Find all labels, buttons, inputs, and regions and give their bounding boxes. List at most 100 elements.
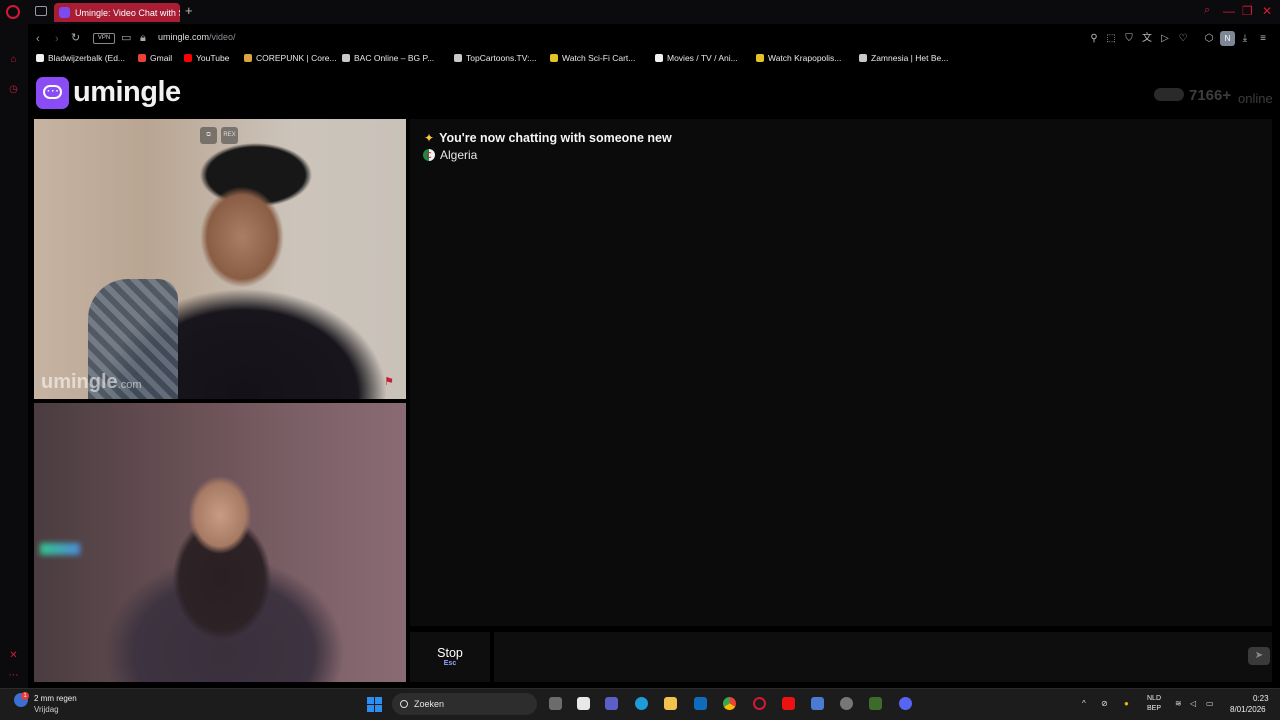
bookmark-label: Bladwijzerbalk (Ed... xyxy=(48,53,126,63)
opera-sidebar: ⌂ ◷ ✕ ⋯ xyxy=(0,24,28,688)
battery-icon[interactable]: ▭ xyxy=(1206,699,1214,709)
outlook-icon[interactable] xyxy=(694,697,707,710)
url-field[interactable]: umingle.com/video/ xyxy=(158,32,236,42)
opera-logo-icon[interactable] xyxy=(6,5,20,19)
opera-gx-icon[interactable] xyxy=(753,697,766,710)
bookmark-item[interactable]: TopCartoons.TV:... xyxy=(454,53,537,63)
bookmark-item[interactable]: Watch Sci-Fi Cart... xyxy=(550,53,635,63)
folder-icon xyxy=(36,54,44,62)
sidebar-history-icon[interactable]: ◷ xyxy=(8,84,19,95)
bookmark-item[interactable]: Bladwijzerbalk (Ed... xyxy=(36,53,125,63)
clock-date[interactable]: 8/01/2026 xyxy=(1230,705,1266,714)
online-toggle[interactable] xyxy=(1154,88,1184,101)
stop-button[interactable]: Stop Esc xyxy=(410,632,490,682)
bookmark-label: Zamnesia | Het Be... xyxy=(871,53,949,63)
algeria-flag-icon xyxy=(423,149,435,161)
remote-video-button[interactable]: REX xyxy=(221,127,238,144)
online-count: 7166+ xyxy=(1189,87,1232,104)
back-icon[interactable]: ‹ xyxy=(36,33,40,45)
teams-icon[interactable] xyxy=(605,697,618,710)
calculator-icon[interactable] xyxy=(811,697,824,710)
bookmark-item[interactable]: Movies / TV / Ani... xyxy=(655,53,738,63)
profile-avatar[interactable]: N xyxy=(1220,31,1235,46)
stop-label: Stop xyxy=(437,646,463,660)
tray-overflow-icon[interactable]: ^ xyxy=(1082,699,1086,709)
chrome-icon[interactable] xyxy=(723,697,736,710)
stop-shortcut: Esc xyxy=(443,660,457,667)
bookmark-label: Watch Sci-Fi Cart... xyxy=(562,53,636,63)
heart-icon[interactable]: ♡ xyxy=(1177,33,1189,44)
sidebar-home-icon[interactable]: ⌂ xyxy=(8,54,19,65)
tray-network-icon[interactable]: ⊘ xyxy=(1101,699,1108,709)
bookmark-label: Gmail xyxy=(150,53,173,63)
edge-icon[interactable] xyxy=(635,697,648,710)
minimize-button[interactable]: — xyxy=(1223,4,1235,18)
topcartoons-icon xyxy=(454,54,462,62)
forward-icon[interactable]: › xyxy=(55,33,59,45)
gmail-icon xyxy=(138,54,146,62)
reload-icon[interactable]: ↻ xyxy=(71,32,80,44)
screenshot-icon[interactable]: ⬚ xyxy=(1105,33,1117,44)
windows-start-icon[interactable] xyxy=(367,697,382,712)
taskbar-search-label: Zoeken xyxy=(414,699,445,709)
extensions-icon[interactable]: ⬡ xyxy=(1203,33,1215,44)
message-input[interactable] xyxy=(494,632,1272,682)
clock-time[interactable]: 0:23 xyxy=(1253,694,1269,703)
shield-icon[interactable]: ⛉ xyxy=(1123,33,1135,44)
bookmark-item[interactable]: BAC Online – BG P... xyxy=(342,53,434,63)
site-logo-text[interactable]: umingle xyxy=(73,76,181,109)
send-button[interactable]: ➤ xyxy=(1248,647,1270,665)
task-view-icon[interactable] xyxy=(549,697,562,710)
language-indicator[interactable]: NLD xyxy=(1147,695,1161,702)
pip-icon[interactable]: ⧉ xyxy=(200,127,217,144)
bookmark-label: BAC Online – BG P... xyxy=(354,53,435,63)
store-icon[interactable] xyxy=(577,697,590,710)
weather-day[interactable]: Vrijdag xyxy=(34,705,59,714)
partner-country: Algeria xyxy=(423,148,477,162)
tab-list-icon[interactable] xyxy=(35,6,47,16)
url-path: /video/ xyxy=(209,32,236,42)
bookmark-item[interactable]: COREPUNK | Core... xyxy=(244,53,337,63)
youtube-icon xyxy=(184,54,192,62)
youtube-app-icon[interactable] xyxy=(782,697,795,710)
sidebar-gx-icon[interactable]: ✕ xyxy=(8,650,19,661)
excel-icon[interactable] xyxy=(869,697,882,710)
settings-icon[interactable] xyxy=(840,697,853,710)
volume-icon[interactable]: ◁ xyxy=(1190,699,1196,709)
keyboard-layout[interactable]: BEP xyxy=(1147,705,1161,712)
bookmark-label: COREPUNK | Core... xyxy=(256,53,337,63)
browser-tab-active[interactable]: Umingle: Video Chat with S xyxy=(54,3,180,22)
file-explorer-icon[interactable] xyxy=(664,697,677,710)
bookmark-item[interactable]: Gmail xyxy=(138,53,172,63)
wifi-icon[interactable]: ≋ xyxy=(1175,699,1182,709)
scifi-icon xyxy=(550,54,558,62)
umingle-logo-icon[interactable]: ··· xyxy=(36,77,69,109)
sidebar-more-icon[interactable]: ⋯ xyxy=(8,670,19,681)
local-video xyxy=(34,403,406,682)
online-label: online xyxy=(1238,91,1273,106)
pin-icon[interactable]: ⚲ xyxy=(1088,33,1100,44)
bookmark-item[interactable]: Zamnesia | Het Be... xyxy=(859,53,948,63)
maximize-button[interactable]: ❐ xyxy=(1242,4,1253,18)
snapshot-icon[interactable]: ▭ xyxy=(121,32,131,44)
search-icon[interactable]: ⌕ xyxy=(1204,4,1210,17)
corepunk-icon xyxy=(244,54,252,62)
play-icon xyxy=(655,54,663,62)
vpn-badge[interactable]: VPN xyxy=(93,33,115,44)
translate-icon[interactable]: 文 xyxy=(1141,33,1153,44)
menu-icon[interactable]: ≡ xyxy=(1257,33,1269,44)
bac-icon xyxy=(342,54,350,62)
umingle-favicon-icon xyxy=(59,7,70,18)
new-tab-button[interactable]: + xyxy=(185,3,197,19)
bookmark-item[interactable]: YouTube xyxy=(184,53,229,63)
close-button[interactable]: ✕ xyxy=(1262,4,1272,18)
report-flag-icon[interactable]: ⚑ xyxy=(384,375,400,389)
send-icon[interactable]: ▷ xyxy=(1159,33,1171,44)
download-icon[interactable]: ⤓ xyxy=(1239,33,1251,44)
weather-text[interactable]: 2 mm regen xyxy=(34,694,77,703)
chat-status-message: ✦ You're now chatting with someone new xyxy=(424,131,672,145)
tray-mic-icon[interactable]: ● xyxy=(1124,699,1129,709)
bookmark-item[interactable]: Watch Krapopolis... xyxy=(756,53,841,63)
discord-icon[interactable] xyxy=(899,697,912,710)
taskbar-search[interactable]: Zoeken xyxy=(392,693,537,715)
